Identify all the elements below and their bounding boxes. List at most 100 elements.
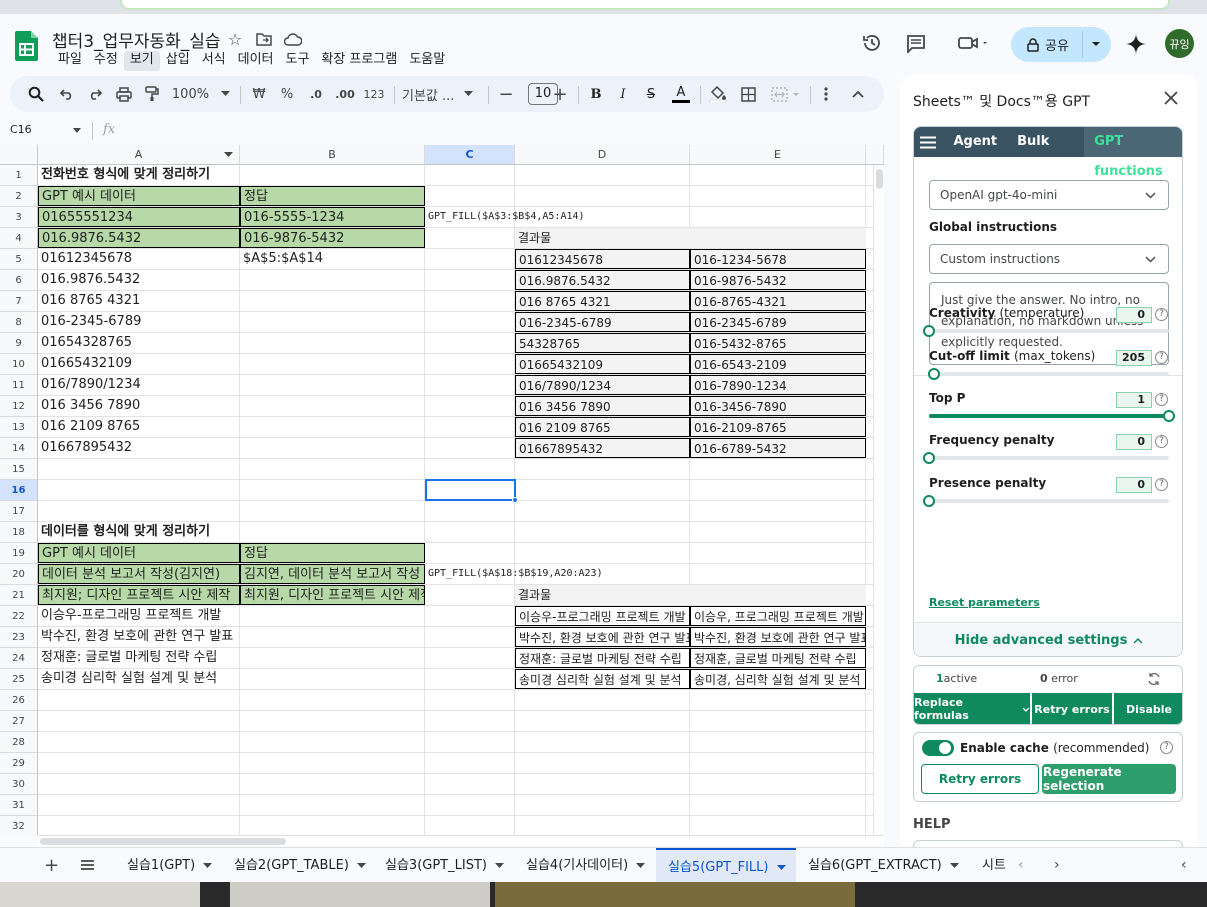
text-color-button[interactable]: A — [670, 76, 692, 112]
param-slider-track[interactable] — [929, 499, 1169, 503]
row-header[interactable]: 10 — [0, 354, 38, 375]
tab-bulk-tools[interactable]: Bulk tools — [1017, 127, 1074, 179]
row-header[interactable]: 21 — [0, 585, 38, 606]
chevron-down-icon[interactable] — [949, 862, 959, 869]
data-cell[interactable]: 016 3456 7890 — [38, 396, 240, 416]
menu-item[interactable]: 데이터 — [232, 51, 280, 71]
row-header[interactable]: 12 — [0, 396, 38, 417]
result-cell[interactable]: 01667895432 — [515, 438, 690, 458]
vertical-scrollbar[interactable] — [873, 165, 884, 835]
row-header[interactable]: 4 — [0, 228, 38, 249]
gemini-icon[interactable] — [1125, 33, 1147, 55]
result-cell[interactable]: 01665432109 — [515, 354, 690, 374]
scroll-tabs-right-icon[interactable]: › — [1054, 857, 1060, 873]
redo-icon[interactable] — [84, 76, 106, 112]
result-cell[interactable]: 016-7890-1234 — [690, 375, 866, 395]
italic-button[interactable]: I — [613, 76, 633, 112]
more-options-icon[interactable] — [816, 76, 836, 112]
result-header[interactable]: 결과물 — [515, 585, 690, 605]
chevron-down-icon[interactable] — [776, 864, 786, 871]
param-value-input[interactable]: 0 — [1116, 477, 1152, 493]
row-header[interactable]: 17 — [0, 501, 38, 522]
data-cell[interactable]: 송미경 심리학 실험 설계 및 분석 — [38, 669, 418, 689]
param-slider-thumb[interactable] — [1163, 410, 1175, 422]
instructions-preset-select[interactable]: Custom instructions — [929, 244, 1169, 274]
bold-button[interactable]: B — [586, 76, 606, 112]
result-cell[interactable]: 016.9876.5432 — [515, 270, 690, 290]
row-header[interactable]: 26 — [0, 690, 38, 711]
answer-header[interactable]: 정답 — [240, 543, 425, 563]
column-header-extra[interactable] — [866, 145, 884, 165]
row-header[interactable]: 16 — [0, 480, 38, 501]
row-header[interactable]: 2 — [0, 186, 38, 207]
example-cell[interactable]: 최지원; 디자인 프로젝트 시안 제작 — [38, 585, 240, 605]
sheet-tab[interactable]: 실습1(GPT) — [115, 848, 220, 883]
param-value-input[interactable]: 1 — [1116, 392, 1152, 408]
range-cell[interactable]: $A$5:$A$14 — [240, 249, 425, 269]
param-value-input[interactable]: 0 — [1116, 434, 1152, 450]
row-header[interactable]: 7 — [0, 291, 38, 312]
print-icon[interactable] — [113, 76, 135, 112]
number-format-button[interactable]: 123 — [362, 76, 386, 112]
result-cell[interactable]: 016-2345-6789 — [515, 312, 690, 332]
help-icon[interactable]: ? — [1155, 478, 1168, 491]
filter-dropdown-icon[interactable] — [224, 152, 233, 158]
row-header[interactable]: 30 — [0, 774, 38, 795]
row-header[interactable]: 19 — [0, 543, 38, 564]
result-header[interactable]: 결과물 — [515, 228, 690, 248]
regenerate-selection-button[interactable]: Regenerate selection — [1042, 764, 1176, 794]
name-box[interactable]: C16 — [10, 123, 32, 136]
sheet-tab[interactable]: 실습5(GPT_FILL) — [656, 848, 796, 883]
avatar[interactable]: 뀨잉 — [1165, 29, 1194, 58]
param-slider-thumb[interactable] — [928, 368, 940, 380]
result-cell[interactable]: 016 8765 4321 — [515, 291, 690, 311]
add-sheet-icon[interactable]: + — [44, 855, 59, 876]
row-header[interactable]: 11 — [0, 375, 38, 396]
data-cell[interactable]: 016 8765 4321 — [38, 291, 240, 311]
row-header[interactable]: 8 — [0, 312, 38, 333]
sheets-logo-icon[interactable] — [15, 30, 39, 61]
font-select[interactable]: 기본값 ... — [402, 76, 478, 112]
help-icon[interactable]: ? — [1155, 308, 1168, 321]
horizontal-scrollbar[interactable] — [38, 835, 884, 846]
share-dropdown-icon[interactable] — [1091, 40, 1101, 48]
sheet-tab[interactable]: 실습2(GPT_TABLE) — [222, 848, 370, 883]
menu-item[interactable]: 확장 프로그램 — [315, 51, 403, 71]
row-header[interactable]: 15 — [0, 459, 38, 480]
row-header[interactable]: 3 — [0, 207, 38, 228]
example-cell[interactable]: 데이터 분석 보고서 작성(김지연) — [38, 564, 240, 584]
hamburger-menu-icon[interactable] — [920, 127, 943, 157]
data-cell[interactable]: 정재훈: 글로벌 마케팅 전략 수립 — [38, 648, 418, 668]
result-cell[interactable]: 016-2345-6789 — [690, 312, 866, 332]
result-cell[interactable]: 송미경 심리학 실험 설계 및 분석 — [515, 669, 690, 689]
menu-item[interactable]: 보기 — [123, 51, 160, 71]
sheet-tab[interactable]: 실습4(기사데이터) — [514, 848, 654, 883]
result-cell[interactable]: 016-5432-8765 — [690, 333, 866, 353]
percent-button[interactable]: % — [276, 76, 298, 112]
star-icon[interactable]: ☆ — [223, 27, 247, 51]
result-cell[interactable]: 016-8765-4321 — [690, 291, 866, 311]
result-cell[interactable]: 016-6543-2109 — [690, 354, 866, 374]
menu-item[interactable]: 도움말 — [403, 51, 451, 71]
search-menus-icon[interactable] — [24, 76, 48, 112]
font-size-decrease-icon[interactable]: − — [496, 76, 516, 112]
help-icon[interactable]: ? — [1155, 435, 1168, 448]
zoom-select[interactable]: 100% — [170, 76, 232, 112]
share-button[interactable]: 공유 — [1011, 27, 1111, 62]
section-title[interactable]: 데이터를 형식에 맞게 정리하기 — [38, 522, 418, 542]
doc-title[interactable]: 챕터3_업무자동화_실습 — [52, 27, 221, 52]
retry-errors-button-2[interactable]: Retry errors — [921, 764, 1039, 794]
font-size-increase-icon[interactable]: + — [550, 76, 570, 112]
result-cell[interactable]: 016-3456-7890 — [690, 396, 866, 416]
row-header[interactable]: 14 — [0, 438, 38, 459]
version-history-icon[interactable] — [860, 31, 884, 55]
formula-cell[interactable]: GPT_FILL($A$3:$B$4,A5:A14) — [425, 207, 725, 227]
result-cell[interactable]: 016-1234-5678 — [690, 249, 866, 269]
example-header[interactable]: GPT 예시 데이터 — [38, 186, 240, 206]
address-bar[interactable] — [120, 0, 1170, 10]
param-slider-track[interactable] — [929, 372, 1169, 376]
increase-decimal-button[interactable]: .00 — [332, 76, 358, 112]
corner-cell[interactable] — [0, 145, 38, 165]
decrease-decimal-button[interactable]: .0 — [304, 76, 328, 112]
row-header[interactable]: 5 — [0, 249, 38, 270]
